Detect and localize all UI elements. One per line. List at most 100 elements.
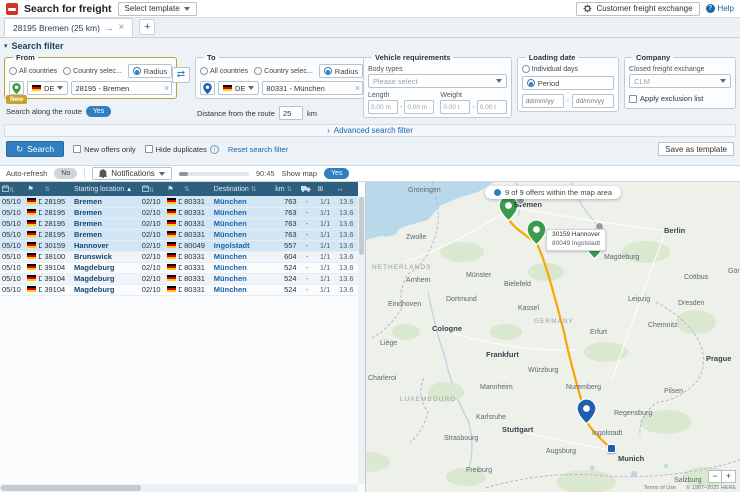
offer-row[interactable]: 05/10DE28195Bremen02/10DE80331München763… xyxy=(0,196,358,207)
auto-refresh-label: Auto-refresh xyxy=(6,169,47,178)
col-starting-location[interactable]: Starting location ▲ xyxy=(72,182,140,196)
select-template-dropdown[interactable]: Select template xyxy=(118,2,197,16)
individual-days-radio[interactable]: Individual days xyxy=(522,65,614,73)
tooltip-start: 30159 Hannover xyxy=(552,231,600,240)
map-city-label: Leipzig xyxy=(628,296,650,303)
checkbox-icon xyxy=(629,95,637,103)
period-radio[interactable]: Period xyxy=(522,76,614,90)
reset-search-filter-link[interactable]: Reset search filter xyxy=(228,145,288,154)
map-city-label: Gör xyxy=(728,268,740,275)
offer-row[interactable]: 05/10DE30159Hannover02/10DE80049Ingolsta… xyxy=(0,240,358,251)
zoom-out-button[interactable]: − xyxy=(708,470,722,483)
from-pin-button[interactable] xyxy=(9,81,24,95)
clear-to-icon[interactable]: × xyxy=(355,83,360,93)
along-route-toggle[interactable]: Yes xyxy=(86,106,111,117)
offer-row[interactable]: 05/10DE39104Magdeburg02/10DE80331München… xyxy=(0,284,358,295)
hide-duplicates-checkbox[interactable]: Hide duplicates i xyxy=(145,145,219,154)
germany-flag-icon xyxy=(167,242,176,248)
from-all-countries-radio[interactable]: All countries xyxy=(9,67,57,75)
offer-row[interactable]: 05/10DE28195Bremen02/10DE80331München763… xyxy=(0,207,358,218)
horizontal-scrollbar[interactable] xyxy=(0,484,358,492)
col-from-country[interactable]: ⚑ xyxy=(25,182,42,196)
refresh-icon: ↻ xyxy=(16,144,23,155)
to-country-radio[interactable]: Country selec... xyxy=(254,67,313,75)
munich-destination-marker[interactable] xyxy=(607,444,616,453)
date-to-input[interactable] xyxy=(572,94,614,108)
app-window: Search for freight Select template Custo… xyxy=(0,0,740,492)
search-button[interactable]: ↻ Search xyxy=(6,141,64,157)
col-to-country[interactable]: ⚑ xyxy=(165,182,182,196)
map-city-label: Groningen xyxy=(408,187,441,194)
map-pane[interactable]: GroningenBremenBerlinZwolleMagdeburgNETH… xyxy=(366,182,740,492)
tab-bremen-search[interactable]: 28195 Bremen (25 km) → × xyxy=(4,18,133,37)
weight-to-input[interactable] xyxy=(477,100,507,114)
col-vehicle[interactable] xyxy=(299,182,316,196)
offer-row[interactable]: 05/10DE39104Magdeburg02/10DE80331München… xyxy=(0,273,358,284)
vehicle-legend: Vehicle requirements xyxy=(372,53,453,62)
offer-row[interactable]: 05/10DE39104Magdeburg02/10DE80331München… xyxy=(0,262,358,273)
weight-from-input[interactable] xyxy=(440,100,470,114)
map-city-label: Liège xyxy=(380,340,397,347)
from-location-input[interactable] xyxy=(71,81,172,95)
offer-row[interactable]: 05/10DE28195Bremen02/10DE80331München763… xyxy=(0,218,358,229)
results-pane: ⇅ ⚑ ⇅ Starting location ▲ ⇅ ⚑ ⇅ Destinat… xyxy=(0,182,366,492)
show-map-toggle[interactable]: Yes xyxy=(324,168,349,179)
zoom-in-button[interactable]: + xyxy=(722,470,736,483)
body-types-select[interactable]: Please select xyxy=(368,74,507,88)
closed-freight-exchange-select[interactable]: CLM xyxy=(629,74,731,88)
add-tab-button[interactable]: + xyxy=(139,19,155,35)
to-radius-radio[interactable]: Radius xyxy=(319,64,363,78)
map-city-label: Würzburg xyxy=(528,367,558,374)
to-country-select[interactable]: DE xyxy=(218,81,259,95)
col-km[interactable]: km ⇅ xyxy=(273,182,298,196)
help-link[interactable]: ? Help xyxy=(706,4,734,13)
col-delivery-date[interactable]: ⇅ xyxy=(140,182,165,196)
radio-icon xyxy=(200,67,208,75)
map-city-label: Stuttgart xyxy=(502,425,533,434)
offer-row[interactable]: 05/10DE38100Brunswick02/10DE80331München… xyxy=(0,251,358,262)
col-from-postcode[interactable]: ⇅ xyxy=(42,182,72,196)
radio-icon xyxy=(133,67,141,75)
length-from-input[interactable] xyxy=(368,100,398,114)
advanced-search-filter-toggle[interactable]: › Advanced search filter xyxy=(4,124,736,137)
to-all-countries-radio[interactable]: All countries xyxy=(200,67,248,75)
swap-from-to-button[interactable]: ⇄ xyxy=(172,67,190,83)
scrollbar-thumb[interactable] xyxy=(1,485,141,491)
col-destination[interactable]: Destination ⇅ xyxy=(212,182,273,196)
map-city-label: Dortmund xyxy=(446,296,477,303)
map-city-label: Munich xyxy=(618,454,644,463)
to-pin-button[interactable] xyxy=(200,81,215,95)
customer-freight-exchange-button[interactable]: Customer freight exchange xyxy=(576,2,699,16)
offer-row[interactable]: 05/10DE28195Bremen02/10DE80331München763… xyxy=(0,229,358,240)
show-map-label: Show map xyxy=(282,169,317,178)
col-loading-date[interactable]: ⇅ xyxy=(0,182,25,196)
from-radius-radio[interactable]: Radius xyxy=(128,64,172,78)
length-to-input[interactable] xyxy=(404,100,434,114)
new-badge: New xyxy=(6,95,27,104)
vertical-scrollbar[interactable] xyxy=(358,196,365,484)
new-offers-only-checkbox[interactable]: New offers only xyxy=(73,145,136,154)
scrollbar-thumb[interactable] xyxy=(359,197,364,255)
map-city-label: Cologne xyxy=(432,324,462,333)
date-from-input[interactable] xyxy=(522,94,564,108)
auto-refresh-toggle[interactable]: No xyxy=(54,168,77,179)
notifications-dropdown[interactable]: Notifications xyxy=(92,167,172,180)
info-icon[interactable]: i xyxy=(210,145,219,154)
col-length[interactable]: ↔ xyxy=(335,182,358,196)
apply-exclusion-checkbox[interactable]: Apply exclusion list xyxy=(629,94,703,103)
save-as-template-button[interactable]: Save as template xyxy=(658,142,734,156)
radio-icon xyxy=(254,67,262,75)
checkbox-icon xyxy=(73,145,81,153)
col-to-postcode[interactable]: ⇅ xyxy=(182,182,212,196)
close-tab-icon[interactable]: × xyxy=(118,23,124,33)
from-country-radio[interactable]: Country selec... xyxy=(63,67,122,75)
germany-flag-icon xyxy=(27,264,36,270)
search-filter-toggle[interactable]: ▾ Search filter xyxy=(4,40,736,52)
from-country-select[interactable]: DE xyxy=(27,81,68,95)
col-pallets[interactable]: ⊞ xyxy=(316,182,335,196)
route-distance-input[interactable] xyxy=(279,106,303,120)
terms-of-use-link[interactable]: Terms of Use xyxy=(644,485,676,491)
map-city-label: NETHERLANDS xyxy=(372,264,431,271)
to-location-input[interactable] xyxy=(262,81,363,95)
clear-from-icon[interactable]: × xyxy=(164,83,169,93)
